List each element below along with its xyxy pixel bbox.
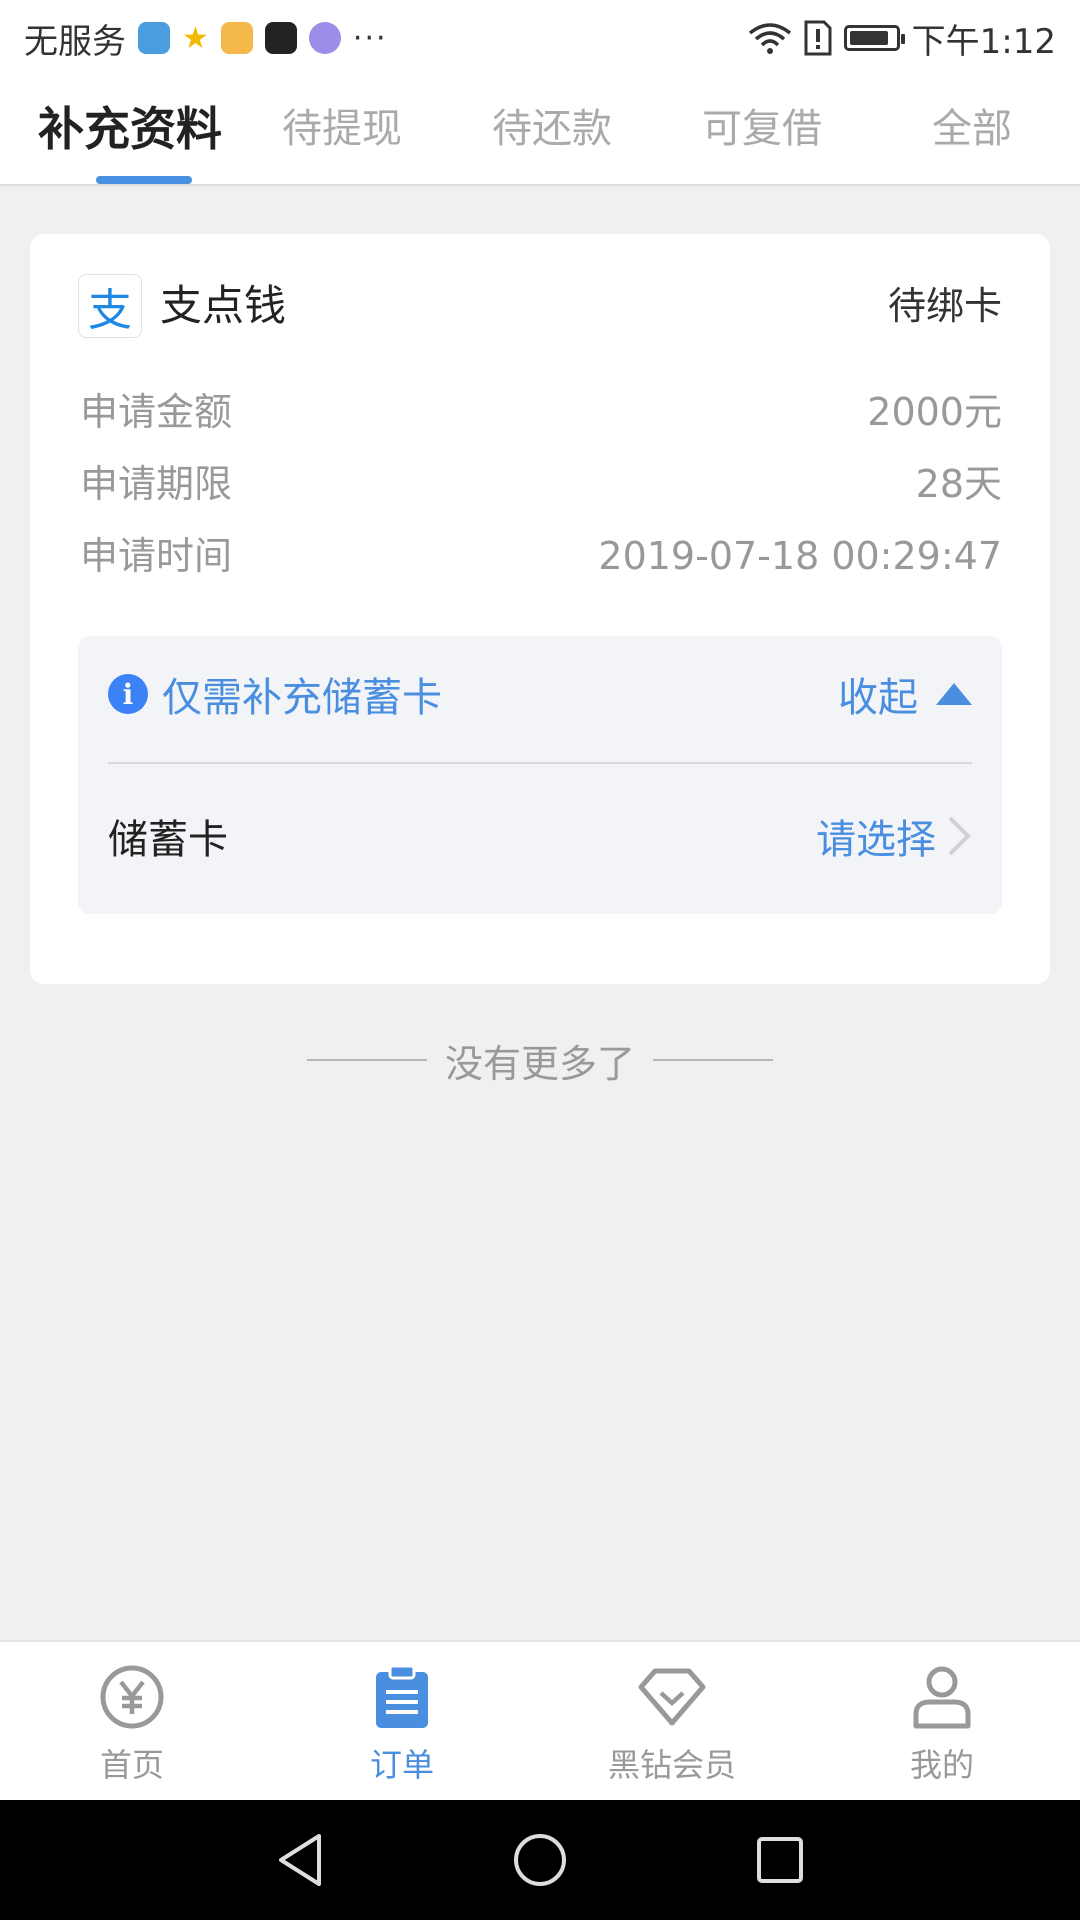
nav-orders[interactable]: 订单	[302, 1662, 502, 1792]
tab-supplement-info[interactable]: 补充资料	[38, 104, 222, 154]
nav-label: 订单	[369, 1746, 434, 1784]
wifi-icon	[748, 23, 791, 54]
select-label: 请选择	[816, 817, 936, 863]
collapse-label: 收起	[838, 675, 918, 721]
nav-label: 首页	[99, 1746, 164, 1784]
debit-card-row[interactable]: 储蓄卡 请选择	[108, 806, 972, 866]
detail-label: 申请时间	[80, 534, 233, 578]
nav-home[interactable]: 首页	[32, 1662, 232, 1792]
diamond-icon	[637, 1662, 707, 1732]
active-tab-indicator	[96, 176, 192, 184]
carrier-text: 无服务	[24, 21, 126, 62]
detail-label: 申请期限	[80, 462, 233, 506]
tiktok-app-icon	[264, 22, 297, 54]
nav-label: 我的	[909, 1746, 974, 1784]
collapse-button[interactable]: 收起	[838, 664, 972, 724]
triangle-up-icon	[936, 683, 972, 705]
more-notifications-icon: ···	[352, 20, 388, 56]
detail-label: 申请金额	[80, 390, 233, 434]
panel-divider	[108, 762, 972, 764]
chevron-right-icon	[948, 816, 971, 856]
system-navigation-bar	[0, 1800, 1080, 1920]
loan-order-card[interactable]: 支 支点钱 待绑卡 申请金额 2000元 申请期限 28天 申请时间 2019-…	[30, 234, 1050, 984]
music-app-icon	[308, 22, 341, 54]
nav-label: 黑钻会员	[607, 1746, 736, 1784]
detail-value: 2000元	[867, 390, 1002, 434]
back-icon[interactable]	[270, 1830, 330, 1890]
end-line-left	[306, 1059, 427, 1061]
panel-tip: 仅需补充储蓄卡	[162, 675, 442, 721]
battery-icon	[843, 25, 905, 51]
star-app-icon: ★	[182, 20, 209, 56]
detail-row-term: 申请期限 28天	[80, 458, 1002, 510]
mail-app-icon	[220, 22, 253, 54]
debit-card-label: 储蓄卡	[108, 817, 228, 863]
yen-circle-icon	[97, 1662, 167, 1732]
detail-value: 2019-07-18 00:29:47	[598, 534, 1002, 578]
end-line-right	[653, 1059, 773, 1061]
debit-card-select[interactable]: 请选择	[816, 806, 972, 866]
bottom-navigation: 首页 订单 黑钻会员 我的	[0, 1640, 1080, 1800]
tab-pending-withdraw[interactable]: 待提现	[282, 104, 402, 154]
nav-mine[interactable]: 我的	[842, 1662, 1042, 1792]
tab-reborrow[interactable]: 可复借	[702, 104, 822, 154]
end-of-list-text: 没有更多了	[444, 1041, 635, 1086]
sim-alert-icon	[804, 20, 832, 56]
home-icon[interactable]	[510, 1830, 570, 1890]
brand-logo-glyph: 支	[88, 285, 132, 336]
brand-logo: 支	[78, 274, 142, 338]
panel-header: i 仅需补充储蓄卡 收起	[108, 664, 972, 724]
tab-pending-repay[interactable]: 待还款	[492, 104, 612, 154]
order-status: 待绑卡	[887, 284, 1002, 328]
status-bar: 无服务 ★ ··· 下午1:12	[0, 0, 1080, 76]
supplement-panel: i 仅需补充储蓄卡 收起 储蓄卡 请选择	[78, 636, 1002, 914]
end-of-list-indicator: 没有更多了	[300, 1032, 780, 1088]
person-icon	[907, 1662, 977, 1732]
order-tabs: 补充资料 待提现 待还款 可复借 全部	[0, 76, 1080, 186]
nav-black-diamond[interactable]: 黑钻会员	[572, 1662, 772, 1792]
clock-time: 下午1:12	[911, 21, 1056, 62]
recents-icon[interactable]	[750, 1830, 810, 1890]
clipboard-icon	[367, 1662, 437, 1732]
info-icon: i	[108, 674, 148, 714]
detail-value: 28天	[915, 462, 1002, 506]
tab-all[interactable]: 全部	[932, 104, 1012, 154]
detail-row-time: 申请时间 2019-07-18 00:29:47	[80, 530, 1002, 582]
brand-name: 支点钱	[160, 281, 287, 330]
detail-row-amount: 申请金额 2000元	[80, 386, 1002, 438]
shield-app-icon	[138, 22, 170, 54]
